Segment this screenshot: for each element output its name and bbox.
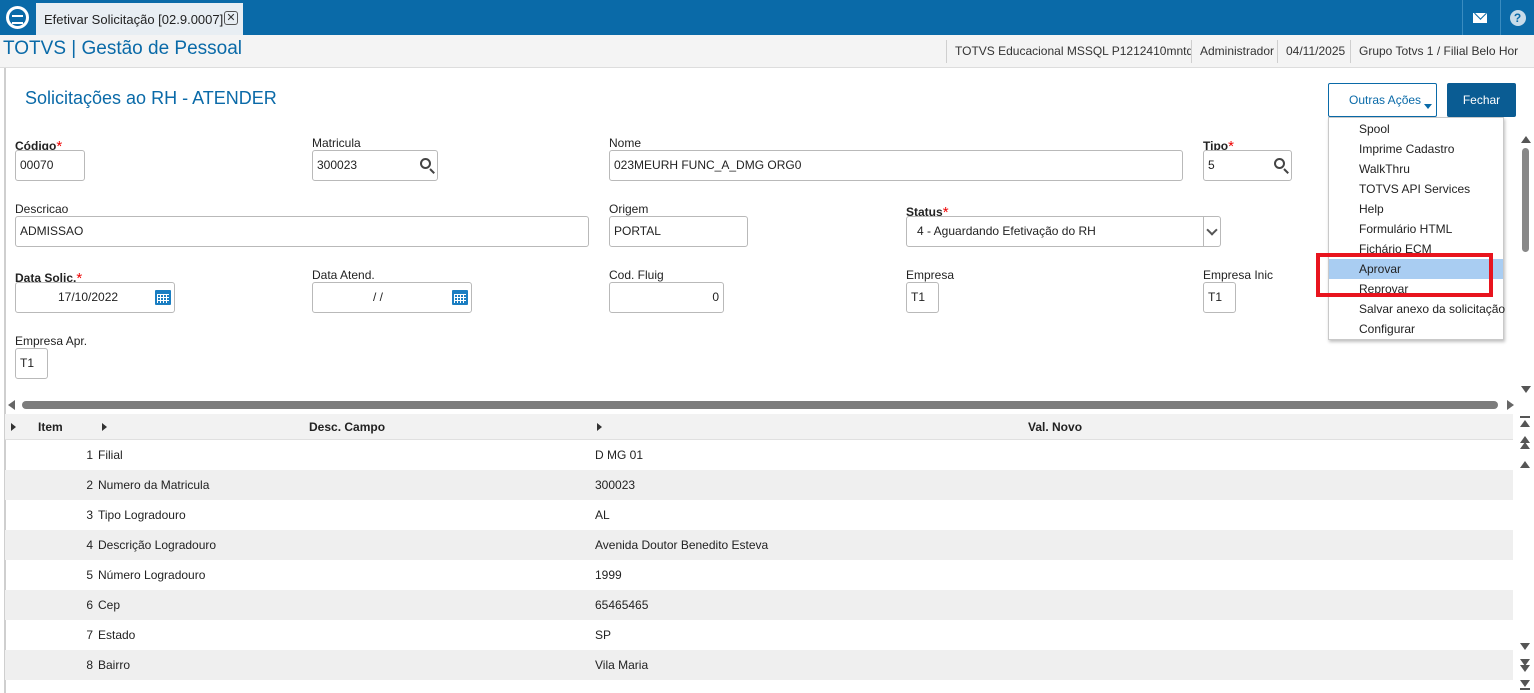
empresa-field[interactable]: T1 [906, 282, 939, 313]
empresa-apr-label: Empresa Apr. [15, 334, 88, 348]
scroll-right-icon[interactable] [1507, 400, 1514, 410]
tab-title: Efetivar Solicitação [02.9.0007] [44, 11, 224, 27]
mail-icon [1472, 12, 1487, 23]
empresa-inic-label: Empresa Inic [1203, 268, 1274, 282]
table-row[interactable]: 5 Número Logradouro 1999 [5, 560, 1513, 590]
close-icon[interactable]: ✕ [224, 11, 238, 25]
top-bar: Efetivar Solicitação [02.9.0007] ✕ ? [0, 0, 1534, 35]
tipo-field[interactable]: 5 [1203, 150, 1292, 181]
chevron-down-icon[interactable] [1203, 217, 1220, 246]
cod-fluig-label: Cod. Fluig [609, 268, 664, 282]
branch-info: Grupo Totvs 1 / Filial Belo Hor [1350, 40, 1534, 63]
table-row[interactable]: 2 Numero da Matricula 300023 [5, 470, 1513, 500]
menu-item-formulario-html[interactable]: Formulário HTML [1329, 219, 1503, 239]
menu-item-imprime-cadastro[interactable]: Imprime Cadastro [1329, 139, 1503, 159]
table-row[interactable]: 3 Tipo Logradouro AL [5, 500, 1513, 530]
calendar-icon[interactable] [155, 290, 171, 305]
nome-field[interactable]: 023MEURH FUNC_A_DMG ORG0 [609, 150, 1183, 181]
table-row[interactable]: 1 Filial D MG 01 [5, 440, 1513, 470]
outras-acoes-button[interactable]: Outras Ações [1328, 83, 1437, 117]
scroll-left-icon[interactable] [8, 400, 15, 410]
data-solic-field[interactable]: 17/10/2022 [15, 282, 175, 313]
menu-item-salvar-anexo[interactable]: Salvar anexo da solicitação [1329, 299, 1505, 319]
menu-item-configurar[interactable]: Configurar [1329, 319, 1503, 339]
outras-acoes-label: Outras Ações [1349, 93, 1422, 107]
help-button[interactable]: ? [1500, 0, 1534, 35]
caret-down-icon [1424, 104, 1432, 109]
annotation-highlight-box [1316, 253, 1493, 297]
scroll-up-icon[interactable] [1521, 136, 1531, 143]
mail-button[interactable] [1462, 0, 1496, 35]
fechar-button[interactable]: Fechar [1447, 83, 1516, 117]
table-row[interactable]: 6 Cep 65465465 [5, 590, 1513, 620]
matricula-field[interactable]: 300023 [312, 150, 438, 181]
totvs-logo-icon[interactable] [0, 0, 35, 35]
column-header-item[interactable]: Item [38, 414, 63, 440]
tab-efetivar-solicitacao[interactable]: Efetivar Solicitação [02.9.0007] ✕ [36, 3, 243, 35]
codigo-field[interactable]: 00070 [15, 150, 85, 181]
menu-item-totvs-api-services[interactable]: TOTVS API Services [1329, 179, 1503, 199]
horizontal-scrollbar-thumb[interactable] [22, 401, 1498, 409]
data-atend-label: Data Atend. [312, 268, 375, 282]
table-row[interactable]: 7 Estado SP [5, 620, 1513, 650]
environment-info: TOTVS Educacional MSSQL P1212410mntdb [946, 40, 1191, 63]
menu-item-spool[interactable]: Spool [1329, 119, 1503, 139]
grid-first-button[interactable] [1517, 416, 1534, 430]
horizontal-scrollbar[interactable] [8, 400, 1514, 410]
scroll-down-icon[interactable] [1521, 386, 1531, 393]
status-select[interactable]: 4 - Aguardando Efetivação do RH [906, 216, 1221, 247]
grid-header: Item Desc. Campo Val. Novo [5, 414, 1513, 440]
grid-up-button[interactable] [1517, 458, 1534, 472]
table-row[interactable]: 8 Bairro Vila Maria [5, 650, 1513, 680]
page-title: Solicitações ao RH - ATENDER [25, 88, 277, 108]
column-marker-icon [11, 423, 16, 431]
date-info: 04/11/2025 [1277, 40, 1350, 63]
origem-field[interactable]: PORTAL [609, 216, 748, 247]
descricao-label: Descricao [15, 202, 69, 216]
column-header-val-novo[interactable]: Val. Novo [1028, 414, 1082, 440]
menu-item-help[interactable]: Help [1329, 199, 1503, 219]
grid-page-up-button[interactable] [1517, 436, 1534, 450]
column-marker-icon [102, 423, 107, 431]
cod-fluig-field[interactable]: 0 [609, 282, 724, 313]
search-icon[interactable] [420, 158, 431, 169]
app-header: TOTVS | Gestão de Pessoal TOTVS Educacio… [0, 35, 1534, 68]
column-header-desc-campo[interactable]: Desc. Campo [309, 414, 385, 440]
column-marker-icon [597, 423, 602, 431]
nome-label: Nome [609, 136, 642, 150]
grid-page-down-button[interactable] [1517, 659, 1534, 673]
data-atend-field[interactable]: / / [312, 282, 472, 313]
descricao-field[interactable]: ADMISSAO [15, 216, 589, 247]
empresa-label: Empresa [906, 268, 955, 282]
empresa-inic-field[interactable]: T1 [1203, 282, 1236, 313]
grid-last-button[interactable] [1517, 678, 1534, 692]
outras-acoes-menu: Spool Imprime Cadastro WalkThru TOTVS AP… [1328, 117, 1505, 340]
help-icon: ? [1509, 9, 1526, 26]
grid-down-button[interactable] [1517, 640, 1534, 654]
empresa-apr-field[interactable]: T1 [15, 348, 48, 379]
origem-label: Origem [609, 202, 649, 216]
menu-item-walkthru[interactable]: WalkThru [1329, 159, 1503, 179]
table-row[interactable]: 4 Descrição Logradouro Avenida Doutor Be… [5, 530, 1513, 560]
user-info: Administrador [1191, 40, 1277, 63]
calendar-icon[interactable] [452, 290, 468, 305]
scrollbar-thumb[interactable] [1522, 148, 1529, 252]
matricula-label: Matricula [312, 136, 361, 150]
search-icon[interactable] [1274, 158, 1285, 169]
app-title: TOTVS | Gestão de Pessoal [3, 38, 243, 59]
form-vertical-scrollbar[interactable] [1517, 130, 1534, 400]
